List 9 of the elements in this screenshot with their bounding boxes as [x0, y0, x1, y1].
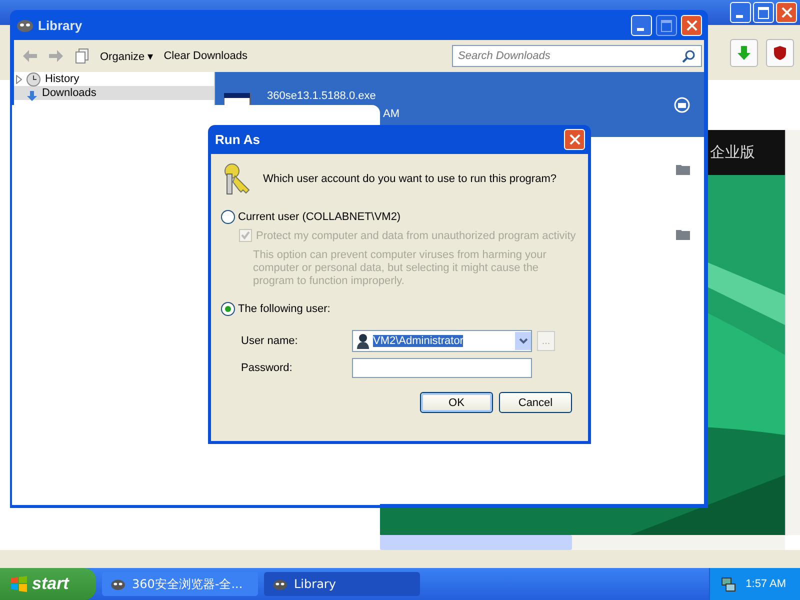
- window-title: Library: [38, 18, 82, 32]
- banner-text: 企业版: [710, 143, 755, 162]
- clock: 1:57 AM: [746, 578, 786, 590]
- user-name-label: User name:: [241, 335, 299, 347]
- question-text: Which user account do you want to use to run this program?: [263, 173, 556, 185]
- description-text: This option can prevent computer viruses from harming your computer or personal data, but selecting it might cause the program to function improperly.: [253, 249, 548, 288]
- download-time: AM: [382, 108, 400, 120]
- file-name: 360se13.1.5188.0.exe: [267, 90, 377, 102]
- password-label: Password:: [241, 362, 294, 374]
